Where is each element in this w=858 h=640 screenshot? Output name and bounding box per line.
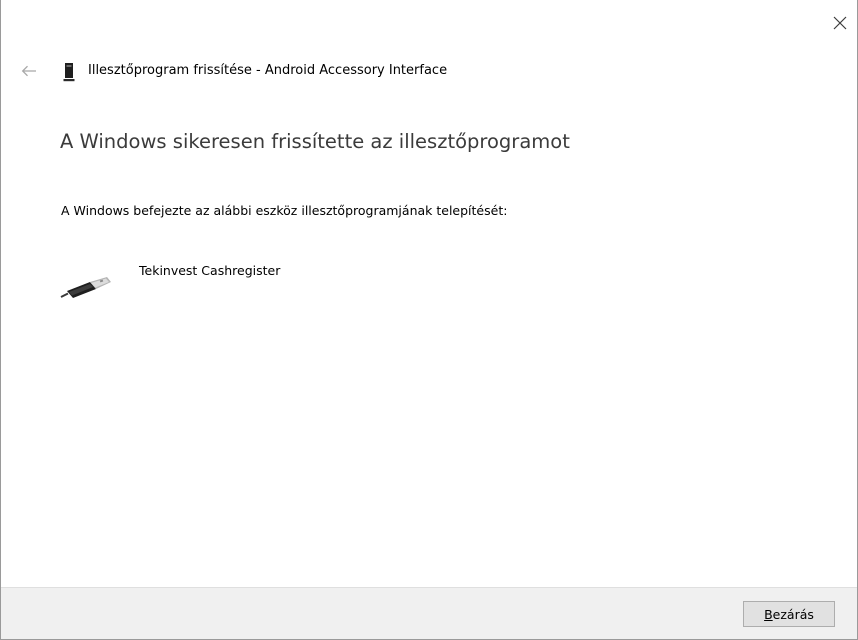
device-icon bbox=[63, 63, 75, 82]
close-icon bbox=[833, 16, 847, 30]
usb-plug-icon bbox=[60, 277, 111, 298]
close-button-mnemonic: B bbox=[764, 606, 773, 622]
description-text: A Windows befejezte az alábbi eszköz ill… bbox=[61, 203, 508, 218]
back-button[interactable] bbox=[17, 59, 41, 83]
close-dialog-button[interactable]: Bezárás bbox=[743, 601, 835, 627]
driver-update-dialog: Illesztőprogram frissítése - Android Acc… bbox=[0, 0, 858, 640]
close-button-label: ezárás bbox=[772, 606, 814, 622]
close-button[interactable] bbox=[825, 8, 855, 38]
dialog-footer: Bezárás bbox=[1, 587, 857, 639]
page-heading: A Windows sikeresen frissítette az illes… bbox=[60, 130, 570, 153]
device-name: Tekinvest Cashregister bbox=[139, 263, 281, 278]
dialog-title: Illesztőprogram frissítése - Android Acc… bbox=[88, 63, 448, 78]
back-arrow-icon bbox=[21, 65, 36, 77]
